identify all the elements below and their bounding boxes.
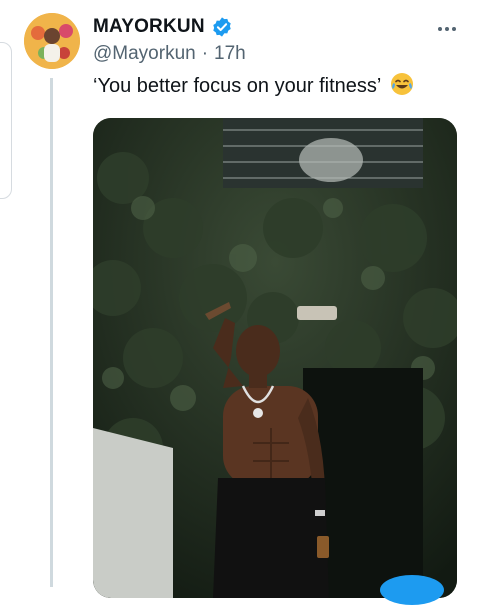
tweet-header: MAYORKUN @Mayorkun · 17h: [93, 15, 463, 75]
avatar[interactable]: [24, 13, 80, 69]
display-name[interactable]: MAYORKUN: [93, 16, 205, 38]
timestamp[interactable]: 17h: [214, 43, 246, 65]
face-with-tears-of-joy-icon: [390, 72, 414, 96]
thread-line: [50, 78, 53, 587]
tweet-body: ‘You better focus on your fitness’: [93, 75, 381, 97]
tweet-photo[interactable]: [93, 118, 457, 598]
previous-card-edge: [0, 42, 12, 199]
tweet-text: ‘You better focus on your fitness’: [93, 72, 414, 100]
verified-badge-icon: [211, 16, 233, 38]
more-options-icon[interactable]: [438, 18, 468, 36]
meta-separator: ·: [201, 43, 209, 64]
floating-action-button[interactable]: [380, 575, 444, 605]
handle[interactable]: @Mayorkun: [93, 43, 196, 65]
